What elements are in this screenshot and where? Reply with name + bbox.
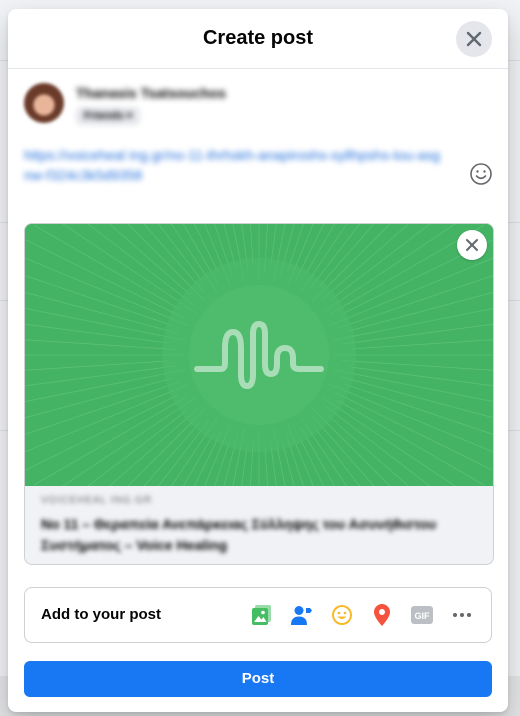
close-dialog-button[interactable] xyxy=(456,21,492,57)
link-preview-card[interactable]: voiceheal ing.gr No 11 – Θεραπεία Ανεπάρ… xyxy=(24,223,494,565)
more-icon xyxy=(453,613,471,617)
gif-button[interactable]: GIF xyxy=(407,600,437,630)
feeling-activity-button[interactable] xyxy=(327,600,357,630)
dialog-header: Create post xyxy=(8,9,508,69)
sunburst-graphic xyxy=(25,224,493,486)
more-options-button[interactable] xyxy=(447,600,477,630)
check-in-button[interactable] xyxy=(367,600,397,630)
add-to-post-label: Add to your post xyxy=(41,606,161,623)
audience-selector[interactable]: Friends ▾ xyxy=(76,107,141,125)
smiley-icon xyxy=(470,163,492,185)
post-button[interactable]: Post xyxy=(24,661,492,697)
emoji-picker-button[interactable] xyxy=(468,161,494,187)
photo-video-icon xyxy=(252,605,271,625)
svg-text:GIF: GIF xyxy=(415,611,431,621)
feeling-activity-icon xyxy=(332,605,352,625)
close-icon xyxy=(466,239,478,251)
check-in-icon xyxy=(374,604,390,626)
remove-preview-button[interactable] xyxy=(457,230,487,260)
create-post-dialog: Create post Thanasis Tsatsouchos Friends… xyxy=(8,9,508,712)
post-author: Thanasis Tsatsouchos Friends ▾ xyxy=(24,83,324,127)
gif-icon: GIF xyxy=(411,606,433,624)
link-preview-image xyxy=(25,224,493,486)
link-preview-meta: voiceheal ing.gr No 11 – Θεραπεία Ανεπάρ… xyxy=(25,486,493,564)
avatar xyxy=(24,83,64,123)
link-preview-title: No 11 – Θεραπεία Ανεπάρκειας Σύλληψης το… xyxy=(41,516,437,553)
close-icon xyxy=(466,31,482,47)
audience-label: Friends xyxy=(84,110,124,122)
tag-people-button[interactable] xyxy=(287,600,317,630)
post-text-input[interactable]: https://voiceheal ing.gr/no-11-thrhskh-a… xyxy=(24,145,444,185)
photo-video-button[interactable] xyxy=(247,600,277,630)
link-preview-domain: voiceheal ing.gr xyxy=(41,495,153,506)
add-to-post-bar: Add to your post GIF xyxy=(24,587,492,643)
tag-people-icon xyxy=(291,606,312,625)
author-name: Thanasis Tsatsouchos xyxy=(76,85,226,101)
dialog-title: Create post xyxy=(202,27,314,49)
